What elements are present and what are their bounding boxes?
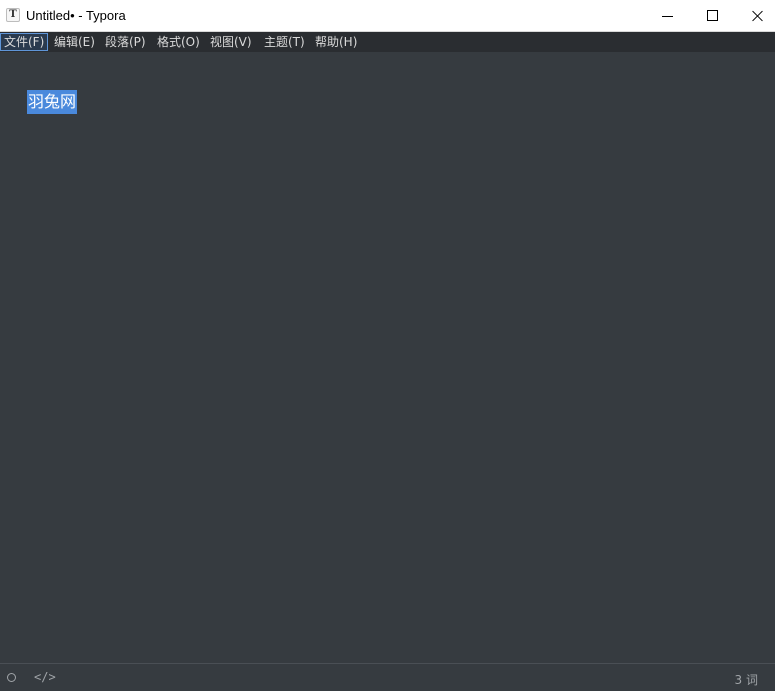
close-button[interactable]	[735, 0, 775, 32]
menu-file[interactable]: 文件(F)	[0, 33, 49, 51]
menu-format[interactable]: 格式(O)	[154, 33, 203, 51]
minimize-icon	[662, 16, 673, 17]
source-code-mode-icon[interactable]: </>	[34, 670, 56, 684]
maximize-icon	[707, 10, 718, 21]
menu-theme[interactable]: 主题(T)	[261, 33, 308, 51]
close-icon	[751, 6, 765, 26]
selected-paragraph-text[interactable]: 羽兔网	[27, 90, 78, 114]
minimize-button[interactable]	[644, 0, 690, 32]
menu-bar: 文件(F) 编辑(E) 段落(P) 格式(O) 视图(V) 主题(T) 帮助(H…	[0, 32, 775, 52]
menu-help[interactable]: 帮助(H)	[312, 33, 360, 51]
outline-toggle-icon[interactable]	[7, 673, 16, 682]
status-bar: </> 3 词	[0, 663, 775, 691]
window-title: Untitled• - Typora	[26, 8, 126, 23]
maximize-button[interactable]	[689, 0, 735, 32]
word-count[interactable]: 3 词	[735, 671, 758, 688]
title-bar: T Untitled• - Typora	[0, 0, 775, 32]
menu-edit[interactable]: 编辑(E)	[51, 33, 98, 51]
menu-view[interactable]: 视图(V)	[207, 33, 255, 51]
editor-area[interactable]: 羽兔网	[0, 52, 775, 663]
menu-paragraph[interactable]: 段落(P)	[102, 33, 149, 51]
typora-app-icon: T	[6, 8, 20, 22]
